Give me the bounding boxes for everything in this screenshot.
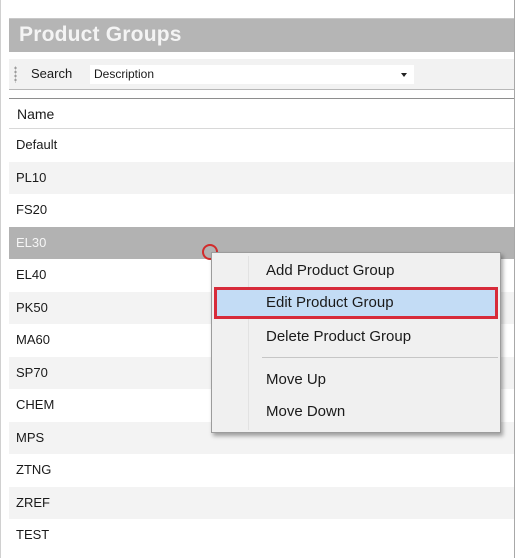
context-menu: Add Product Group Edit Product Group Del…: [211, 252, 501, 433]
table-row[interactable]: Default: [9, 129, 514, 162]
menu-item-delete-product-group[interactable]: Delete Product Group: [214, 321, 498, 353]
panel-title-bar: Product Groups: [9, 18, 514, 52]
toolbar-grip-icon[interactable]: [14, 66, 17, 83]
search-field-dropdown[interactable]: Description: [89, 64, 415, 85]
menu-item-label: Move Down: [266, 403, 346, 420]
table-row[interactable]: ZREF: [9, 486, 514, 519]
column-header-name[interactable]: Name: [17, 106, 54, 122]
product-groups-window: Product Groups Search Description Name D…: [0, 0, 515, 558]
row-name: EL40: [16, 267, 47, 282]
menu-item-label: Move Up: [266, 371, 327, 388]
row-name: Default: [16, 137, 58, 152]
row-name: EL30: [16, 234, 47, 250]
row-name: SP70: [16, 364, 48, 380]
search-label: Search: [31, 66, 73, 81]
table-row[interactable]: PL10: [9, 161, 514, 194]
search-toolbar: Search Description: [9, 59, 514, 90]
row-name: MA60: [16, 332, 50, 347]
menu-item-move-down[interactable]: Move Down: [214, 396, 498, 428]
table-row[interactable]: FS20: [9, 194, 514, 227]
row-name: TEST: [16, 527, 50, 542]
row-name: CHEM: [16, 397, 55, 412]
menu-item-edit-product-group[interactable]: Edit Product Group: [214, 287, 498, 319]
table-row[interactable]: TEST: [9, 519, 514, 552]
row-name: ZTNG: [16, 462, 52, 477]
menu-item-label: Add Product Group: [266, 262, 395, 279]
row-name: ZREF: [16, 494, 50, 510]
row-name: MPS: [16, 429, 45, 445]
menu-item-label: Delete Product Group: [266, 328, 412, 345]
row-name: PK50: [16, 299, 48, 315]
search-field-value: Description: [94, 67, 155, 81]
row-name: FS20: [16, 202, 48, 217]
menu-item-label: Edit Product Group: [266, 294, 394, 311]
row-name: PL10: [16, 169, 47, 185]
grid-header: Name: [9, 99, 514, 129]
menu-item-move-up[interactable]: Move Up: [214, 364, 498, 396]
menu-item-add-product-group[interactable]: Add Product Group: [214, 255, 498, 287]
chevron-down-icon[interactable]: [401, 73, 407, 77]
panel-title: Product Groups: [19, 23, 182, 46]
table-row[interactable]: ZTNG: [9, 454, 514, 487]
menu-separator: [262, 357, 498, 358]
